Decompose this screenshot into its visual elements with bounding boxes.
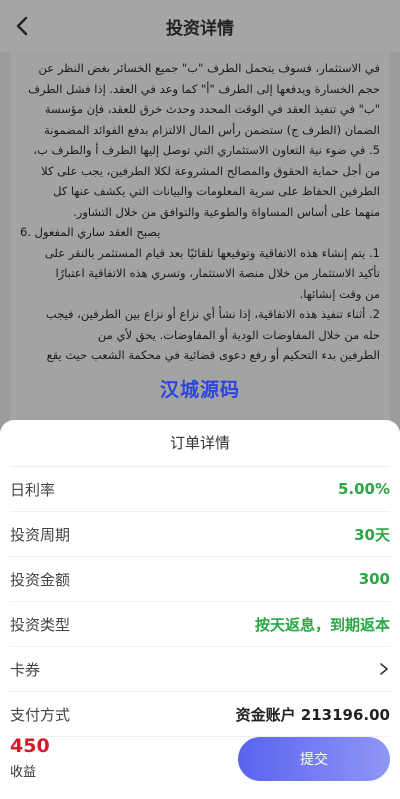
row-label: 支付方式 <box>10 705 71 724</box>
sheet-title: 订单详情 <box>10 420 390 467</box>
chevron-left-icon <box>16 16 28 36</box>
row-value: 30天 <box>354 525 390 544</box>
income-amount: 450 <box>10 735 50 757</box>
top-nav-bar: 投资详情 <box>0 0 400 52</box>
contract-line: تأكيد الاستثمار من خلال منصة الاستثمار، … <box>55 266 380 280</box>
chevron-right-icon <box>380 663 388 675</box>
contract-line: منهما على أساس المساواة والطوعية والتواف… <box>73 204 380 219</box>
row-coupon[interactable]: 卡券 <box>10 647 390 692</box>
contract-line: 2. أثناء تنفيذ هذه الاتفاقية، إذا نشأ أي… <box>45 307 380 321</box>
row-amount: 投资金额 300 <box>10 557 390 602</box>
row-value: 资金账户 213196.00 <box>235 705 390 724</box>
contract-line: الطرفين بدء التحكيم أو رفع دعوى قضائية ف… <box>46 348 380 362</box>
row-label: 日利率 <box>10 480 56 499</box>
contract-line: في الاستثمار، فسوف يتحمل الطرف "ب" جميع … <box>38 61 380 75</box>
contract-line: 1. يتم إنشاء هذه الاتفاقية وتوقيعها تلقا… <box>44 245 380 260</box>
back-button[interactable] <box>8 12 36 40</box>
footer-bar: 450 收益 提交 <box>0 735 400 799</box>
page-title: 投资详情 <box>166 18 234 39</box>
contract-line: "ب" في تنفيذ العقد في الوقت المحدد وحدث … <box>44 102 380 116</box>
contract-line: من أجل حماية الحقوق والمصالح المشروعة لك… <box>41 163 380 178</box>
contract-line: الضمان (الطرف ج) ستضمن رأس المال الالتزا… <box>44 122 380 137</box>
submit-button[interactable]: 提交 <box>238 737 390 781</box>
contract-line: 6. يصبح العقد ساري المفعول <box>20 225 161 239</box>
row-value: 300 <box>358 570 390 588</box>
row-label: 投资周期 <box>10 525 71 544</box>
row-value: 按天返息，到期返本 <box>254 615 390 634</box>
row-daily-rate: 日利率 5.00% <box>10 467 390 512</box>
row-label: 卡券 <box>10 660 41 679</box>
watermark-text: 汉城源码 <box>159 379 240 401</box>
contract-line: حله من خلال المفاوضات الودية أو المفاوضا… <box>97 327 380 342</box>
row-period: 投资周期 30天 <box>10 512 390 557</box>
contract-line: الطرفين الحفاظ على سرية المعلومات والبيا… <box>53 184 380 198</box>
row-label: 投资金额 <box>10 570 71 589</box>
contract-line: من وقت إنشائها. <box>299 286 380 301</box>
row-label: 投资类型 <box>10 615 71 634</box>
row-value: 5.00% <box>337 480 390 498</box>
row-payment-method[interactable]: 支付方式 资金账户 213196.00 <box>10 692 390 737</box>
income-label: 收益 <box>10 765 37 780</box>
contract-line: 5. في ضوء نية التعاون الاستثماري التي تو… <box>33 143 380 157</box>
row-type: 投资类型 按天返息，到期返本 <box>10 602 390 647</box>
contract-line: حجم الخسارة ويدفعها إلى الطرف "أ" كما وع… <box>28 81 380 96</box>
